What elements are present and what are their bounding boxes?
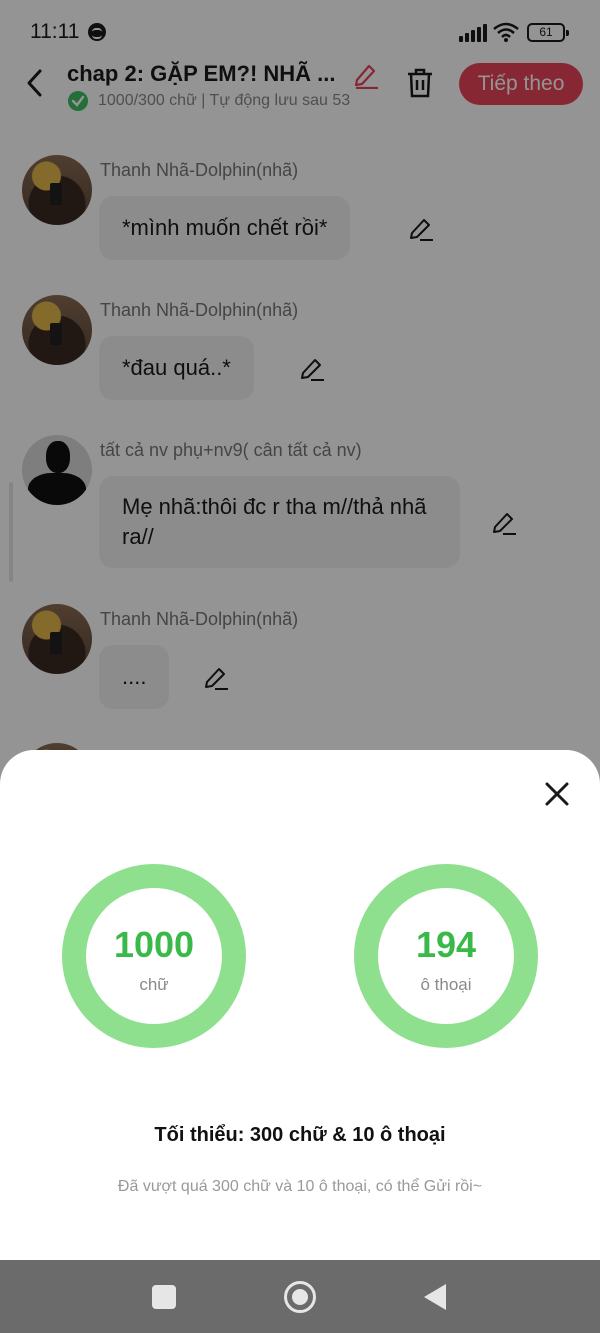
word-count-label: chữ (139, 975, 169, 994)
recents-button[interactable] (152, 1285, 176, 1309)
system-nav-bar (0, 1260, 600, 1333)
back-button[interactable] (424, 1284, 446, 1310)
word-count-sheet: 1000 chữ 194 ô thoại Tối thiểu: 300 chữ … (0, 750, 600, 1260)
minimum-requirement: Tối thiểu: 300 chữ & 10 ô thoại (154, 1124, 446, 1146)
dialog-count-value: 194 (415, 924, 477, 965)
word-count-value: 1000 (113, 924, 195, 965)
dialog-count-label: ô thoại (420, 975, 472, 994)
dialog-count-ring: 194 ô thoại (354, 864, 538, 1048)
word-count-ring: 1000 chữ (62, 864, 246, 1048)
requirement-note: Đã vượt quá 300 chữ và 10 ô thoại, có th… (117, 1178, 483, 1195)
home-button[interactable] (284, 1281, 316, 1313)
close-icon[interactable] (543, 780, 571, 808)
